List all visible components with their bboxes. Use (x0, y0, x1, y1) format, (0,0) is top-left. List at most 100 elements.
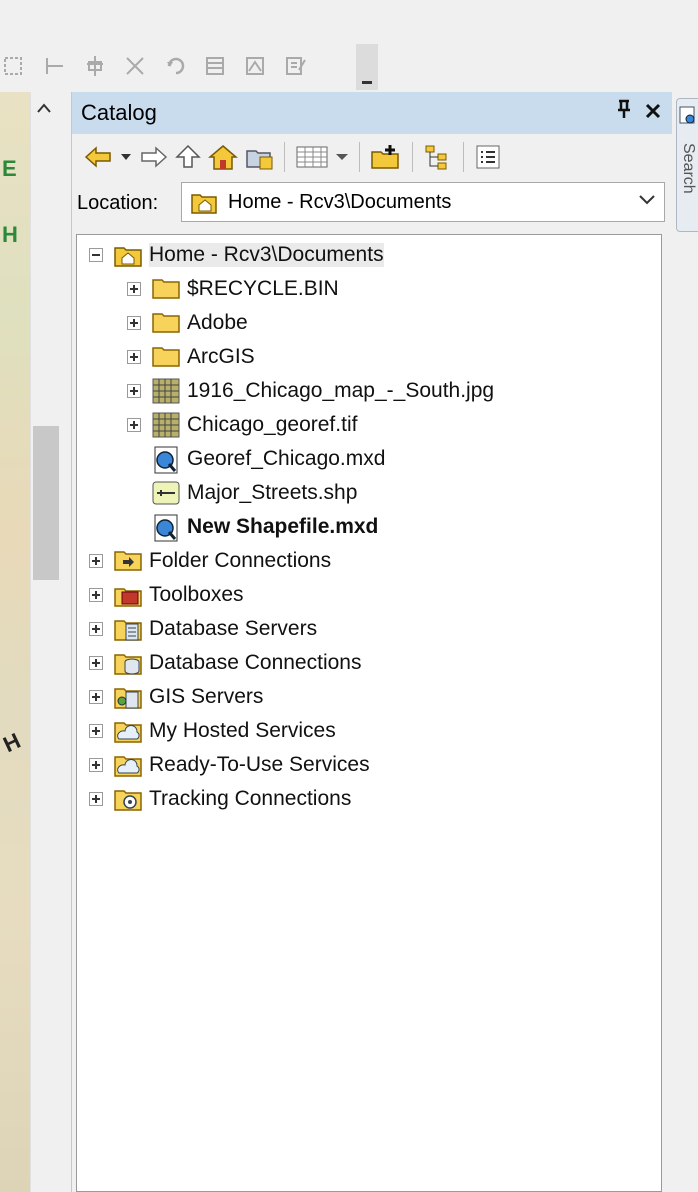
back-dropdown[interactable] (120, 140, 132, 174)
dropdown-arrow-icon (121, 154, 131, 160)
tree-database-connections[interactable]: Database Connections (89, 647, 361, 679)
line-shapefile-icon (151, 479, 180, 507)
collapse-icon[interactable] (89, 248, 103, 262)
tree-item-recycle[interactable]: $RECYCLE.BIN (127, 273, 339, 305)
tree-item-new-shapefile-mxd[interactable]: New Shapefile.mxd (151, 511, 378, 543)
tree-item-label: Folder Connections (149, 549, 332, 572)
tree-database-servers[interactable]: Database Servers (89, 613, 317, 645)
location-label: Location: (77, 192, 159, 214)
database-server-icon (113, 615, 142, 643)
close-icon[interactable] (644, 96, 662, 127)
tree-item-label: Tracking Connections (149, 787, 352, 810)
tree-item-tif[interactable]: Chicago_georef.tif (127, 409, 357, 441)
location-bar: Location: Home - Rcv3\Documents (72, 180, 672, 228)
location-combobox[interactable]: Home - Rcv3\Documents (181, 182, 665, 222)
tree-item-label: $RECYCLE.BIN (187, 277, 339, 300)
map-label-h1: H (2, 222, 18, 247)
tree-item-label: Chicago_georef.tif (187, 413, 358, 436)
tree-item-arcgis[interactable]: ArcGIS (127, 341, 255, 373)
expand-icon[interactable] (127, 384, 141, 398)
tree-item-label: ArcGIS (187, 345, 255, 368)
snap-icon[interactable] (0, 51, 30, 81)
toolbar-separator (463, 142, 464, 172)
new-folder-button[interactable] (370, 140, 402, 174)
scroll-up-arrow-icon[interactable] (36, 98, 52, 119)
trace-icon[interactable] (40, 51, 70, 81)
expand-icon[interactable] (89, 758, 103, 772)
tree-item-label: Database Servers (149, 617, 318, 640)
tree-item-label: Database Connections (149, 651, 362, 674)
tree-item-label: GIS Servers (149, 685, 264, 708)
tracking-icon (113, 785, 142, 813)
tree-my-hosted-services[interactable]: My Hosted Services (89, 715, 336, 747)
connect-folder-button[interactable] (244, 140, 274, 174)
tree-item-label: My Hosted Services (149, 719, 336, 742)
options-button[interactable] (474, 140, 502, 174)
tree-item-label: 1916_Chicago_map_-_South.jpg (187, 379, 495, 402)
toolbar-options-grip[interactable] (356, 44, 378, 90)
tree-item-georef-mxd[interactable]: Georef_Chicago.mxd (151, 443, 385, 475)
folder-icon (151, 343, 180, 371)
home-folder-icon (190, 189, 218, 220)
catalog-tree[interactable]: Home - Rcv3\Documents $RECYCLE.BIN Adobe… (76, 234, 662, 1192)
toolbar-separator (284, 142, 285, 172)
expand-icon[interactable] (127, 282, 141, 296)
folder-icon (151, 309, 180, 337)
sketch-properties-icon[interactable] (240, 51, 270, 81)
views-dropdown[interactable] (335, 140, 349, 174)
search-side-tab[interactable]: Search (676, 98, 698, 232)
tree-root-home[interactable]: Home - Rcv3\Documents (89, 239, 384, 271)
folder-connection-icon (113, 547, 142, 575)
tree-folder-connections[interactable]: Folder Connections (89, 545, 331, 577)
expand-icon[interactable] (89, 792, 103, 806)
map-document-icon (151, 445, 179, 474)
expand-icon[interactable] (127, 350, 141, 364)
views-button[interactable] (295, 140, 329, 174)
database-connection-icon (113, 649, 142, 677)
tree-item-label: Adobe (187, 311, 248, 334)
back-button[interactable] (84, 140, 114, 174)
toolbar-separator (359, 142, 360, 172)
expand-icon[interactable] (89, 622, 103, 636)
home-button[interactable] (208, 140, 238, 174)
expand-icon[interactable] (127, 418, 141, 432)
raster-icon (151, 377, 180, 405)
expand-icon[interactable] (89, 724, 103, 738)
expand-icon[interactable] (89, 690, 103, 704)
rotate-icon[interactable] (160, 51, 190, 81)
attributes-icon[interactable] (200, 51, 230, 81)
tree-item-jpg[interactable]: 1916_Chicago_map_-_South.jpg (127, 375, 494, 407)
cut-icon[interactable] (120, 51, 150, 81)
edit-properties-icon[interactable] (280, 51, 310, 81)
tree-item-label: Toolboxes (149, 583, 244, 606)
expand-icon[interactable] (89, 656, 103, 670)
expand-icon[interactable] (127, 316, 141, 330)
map-document-icon (151, 513, 179, 542)
up-one-level-button[interactable] (174, 140, 202, 174)
catalog-title: Catalog (81, 100, 157, 125)
scroll-thumb[interactable] (33, 426, 59, 580)
folder-icon (151, 275, 180, 303)
expand-icon[interactable] (89, 554, 103, 568)
tree-item-label: New Shapefile.mxd (187, 515, 379, 538)
map-view[interactable]: E H H (0, 92, 30, 1192)
chevron-down-icon[interactable] (638, 193, 656, 211)
tree-ready-to-use-services[interactable]: Ready-To-Use Services (89, 749, 370, 781)
new-folder-icon (371, 145, 399, 169)
split-icon[interactable] (80, 51, 110, 81)
forward-button[interactable] (138, 140, 168, 174)
tree-gis-servers[interactable]: GIS Servers (89, 681, 263, 713)
pin-icon[interactable] (616, 98, 632, 126)
search-icon (679, 106, 695, 124)
connect-folder-icon (246, 150, 273, 170)
expand-icon[interactable] (89, 588, 103, 602)
forward-arrow-icon (141, 146, 168, 168)
tree-item-label: Major_Streets.shp (187, 481, 358, 504)
gis-server-icon (113, 683, 142, 711)
tree-item-adobe[interactable]: Adobe (127, 307, 248, 339)
tree-toolboxes[interactable]: Toolboxes (89, 579, 244, 611)
toggle-tree-button[interactable] (423, 140, 453, 174)
tree-tracking-connections[interactable]: Tracking Connections (89, 783, 351, 815)
tree-item-major-streets[interactable]: Major_Streets.shp (151, 477, 357, 509)
map-vertical-scrollbar[interactable] (30, 92, 59, 1192)
